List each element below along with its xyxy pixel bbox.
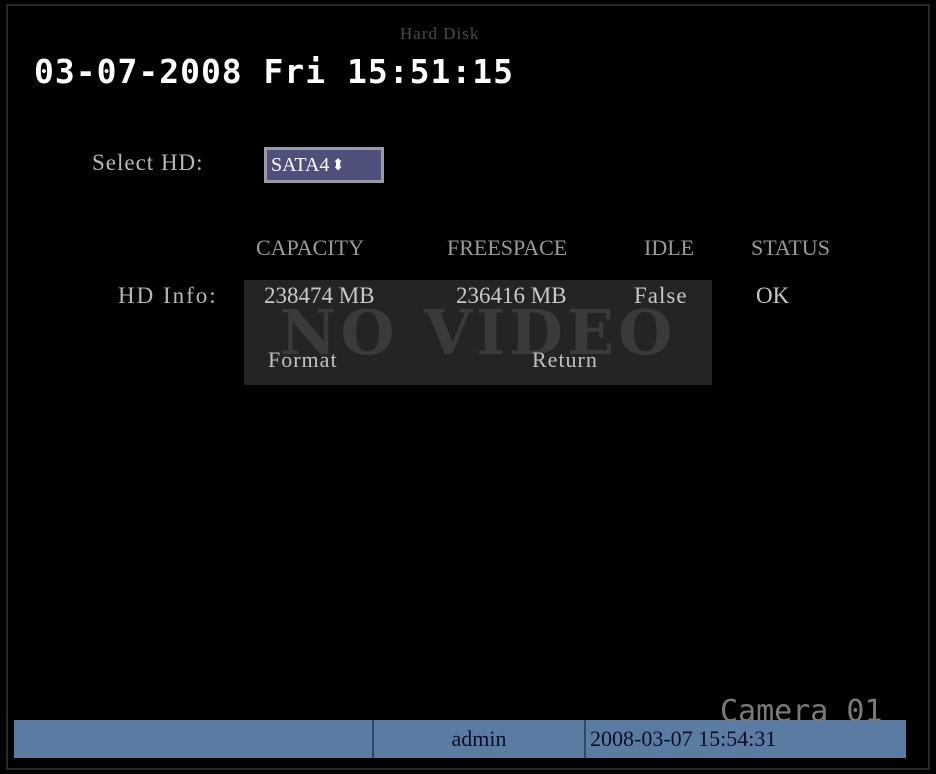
status-bar-empty-cell — [14, 720, 372, 758]
menu-title: Hard Disk — [400, 24, 480, 43]
hd-idle-value: False — [634, 283, 688, 308]
hd-capacity-value: 238474 MB — [264, 283, 375, 308]
camera-label: Camera 01 — [720, 694, 883, 729]
hd-select-value: SATA4 — [271, 154, 330, 176]
column-header-status: STATUS — [751, 235, 830, 260]
column-header-freespace: FREESPACE — [447, 235, 568, 260]
select-hd-label: Select HD: — [92, 150, 204, 175]
hd-freespace-value: 236416 MB — [456, 283, 567, 308]
dvr-screen: NO VIDEO Hard Disk 03-07-2008 Fri 15:51:… — [0, 0, 936, 774]
status-bar-user: admin — [372, 720, 584, 758]
hd-status-value: OK — [756, 283, 790, 308]
up-down-arrows-icon: ⬍ — [331, 157, 345, 174]
hd-select[interactable]: SATA4 ⬍ — [264, 147, 384, 183]
return-button[interactable]: Return — [532, 347, 598, 373]
column-header-capacity: CAPACITY — [256, 235, 364, 260]
column-header-idle: IDLE — [644, 235, 695, 260]
screen-frame — [6, 4, 930, 770]
format-button[interactable]: Format — [268, 347, 338, 373]
hd-info-label: HD Info: — [118, 283, 218, 308]
osd-datetime: 03-07-2008 Fri 15:51:15 — [34, 52, 514, 91]
